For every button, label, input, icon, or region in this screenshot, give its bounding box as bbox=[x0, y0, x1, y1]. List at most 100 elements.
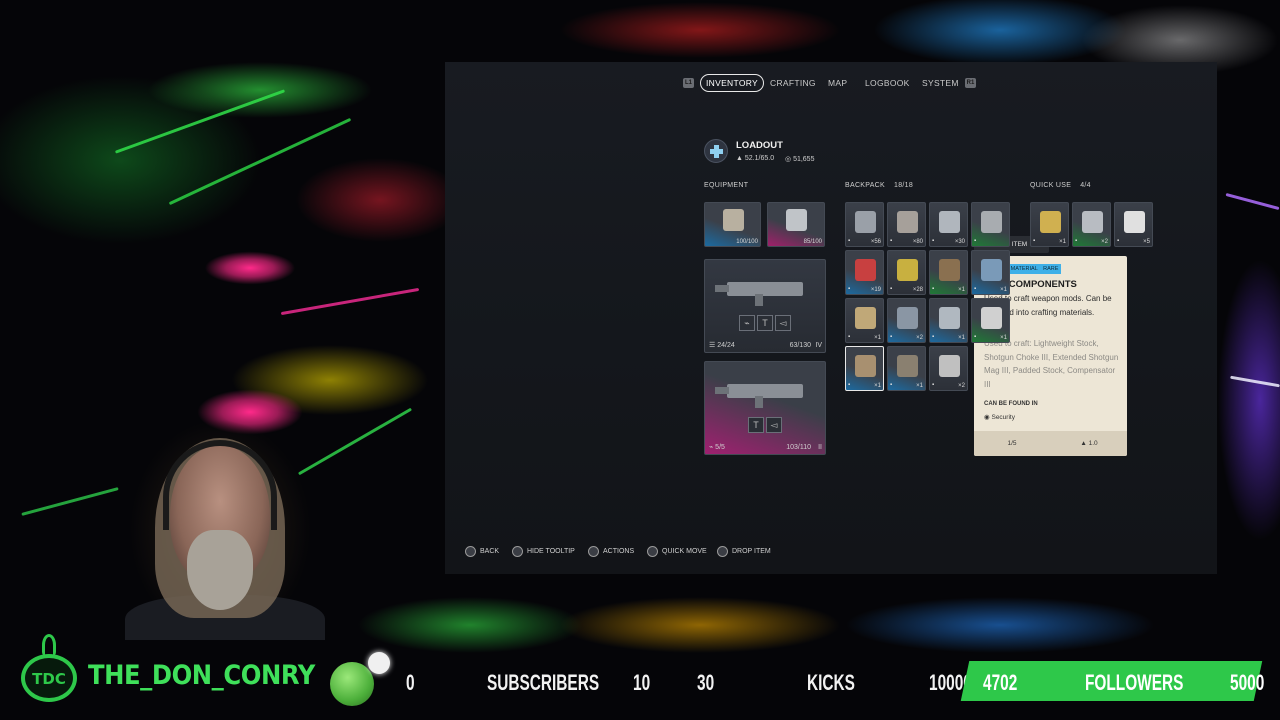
item-type-icon: ▪ bbox=[890, 334, 893, 340]
item-type-icon: ▪ bbox=[1117, 238, 1120, 244]
shield-slot[interactable]: 85/100 bbox=[767, 202, 825, 247]
found-in-heading: CAN BE FOUND IN bbox=[984, 401, 1038, 407]
circle-button-icon bbox=[465, 546, 476, 557]
back-prompt[interactable]: BACK bbox=[465, 546, 499, 558]
left-bumper-icon[interactable]: L1 bbox=[683, 78, 694, 88]
backpack-quantity: ×1 bbox=[958, 287, 965, 293]
backpack-slot[interactable]: ▪ ×80 bbox=[887, 202, 926, 247]
channel-name: THE_DON_CONRY bbox=[88, 660, 315, 691]
tab-crafting[interactable]: CRAFTING bbox=[770, 74, 816, 92]
flame-icon bbox=[42, 634, 56, 656]
backpack-quantity: ×28 bbox=[912, 287, 923, 293]
kit-icon bbox=[939, 307, 960, 329]
webcam-beard bbox=[187, 530, 253, 610]
quick-use-title: QUICK USE bbox=[1030, 182, 1072, 189]
item-type-icon: ▪ bbox=[848, 334, 851, 340]
hide-tooltip-prompt[interactable]: HIDE TOOLTIP bbox=[512, 546, 575, 558]
stack-count: 1/5 bbox=[1007, 440, 1017, 447]
item-type-icon: ▪ bbox=[974, 238, 977, 244]
backpack-slot[interactable]: ▪ ×1 bbox=[929, 298, 968, 343]
square-button-icon bbox=[647, 546, 658, 557]
stick-button-icon bbox=[717, 546, 728, 557]
backpack-slot[interactable]: ▪ ×28 bbox=[887, 250, 926, 295]
quick-use-slot[interactable]: ▪ ×2 bbox=[1072, 202, 1111, 247]
wire-icon bbox=[939, 355, 960, 377]
light-streak bbox=[168, 117, 352, 206]
tab-map[interactable]: MAP bbox=[828, 74, 847, 92]
webcam-feed bbox=[115, 420, 330, 640]
item-type-icon: ▪ bbox=[890, 382, 893, 388]
primary-tier: IV bbox=[815, 342, 822, 349]
backpack-quantity: ×1 bbox=[874, 335, 881, 341]
attachment-slot[interactable]: T bbox=[757, 315, 773, 331]
attachment-slot[interactable]: T bbox=[748, 417, 764, 433]
actions-prompt[interactable]: ACTIONS bbox=[588, 546, 634, 558]
channel-logo: TDC bbox=[16, 634, 82, 710]
backpack-slot[interactable]: ▪ ×1 bbox=[887, 346, 926, 391]
item-type-icon: ▪ bbox=[848, 382, 851, 388]
light-streak bbox=[114, 89, 286, 154]
game-window: L1 INVENTORY CRAFTING MAP LOGBOOK SYSTEM… bbox=[445, 62, 1217, 574]
quick-use-slot[interactable]: ▪ ×5 bbox=[1114, 202, 1153, 247]
attachment-slot[interactable]: ◅ bbox=[775, 315, 791, 331]
quick-use-quantity: ×2 bbox=[1101, 239, 1108, 245]
mascot-icon bbox=[328, 652, 390, 710]
backpack-slot[interactable]: ▪ ×56 bbox=[845, 202, 884, 247]
found-in-location: ◉ Security bbox=[984, 413, 1015, 421]
backpack-slot[interactable]: ▪ bbox=[971, 202, 1010, 247]
tab-logbook[interactable]: LOGBOOK bbox=[865, 74, 910, 92]
backpack-count: 18/18 bbox=[894, 182, 914, 189]
location-icon: ◉ bbox=[984, 414, 990, 421]
backpack-slot[interactable]: ▪ ×2 bbox=[887, 298, 926, 343]
kicks-label: KICKS bbox=[807, 670, 855, 695]
backpack-slot[interactable]: ▪ ×1 bbox=[929, 250, 968, 295]
ammo-icon bbox=[897, 211, 918, 233]
tab-system[interactable]: SYSTEM bbox=[922, 74, 959, 92]
backpack-icon bbox=[723, 209, 744, 231]
primary-weapon-slot[interactable]: ⌁ T ◅ ☰ 24/24 63/130 IV bbox=[704, 259, 826, 353]
hide-tooltip-label: HIDE TOOLTIP bbox=[527, 548, 575, 555]
battery-icon bbox=[897, 259, 918, 281]
backpack-quantity: ×56 bbox=[870, 239, 881, 245]
cloth-icon bbox=[981, 307, 1002, 329]
backpack-slot[interactable]: ▪ ×19 bbox=[845, 250, 884, 295]
secondary-tier: II bbox=[818, 444, 822, 451]
followers-current: 4702 bbox=[983, 670, 1018, 695]
backpack-slot[interactable]: ▪ ×30 bbox=[929, 202, 968, 247]
quick-use-label: QUICK USE 4/4 bbox=[1030, 182, 1091, 189]
quick-use-count: 4/4 bbox=[1080, 182, 1091, 189]
followers-goal: 5000 bbox=[1230, 670, 1265, 695]
back-label: BACK bbox=[480, 548, 500, 555]
drop-item-prompt[interactable]: DROP ITEM bbox=[717, 546, 771, 558]
shield-icon bbox=[786, 209, 807, 231]
subscribers-current: 0 bbox=[406, 670, 415, 695]
attachment-slot[interactable]: ⌁ bbox=[739, 315, 755, 331]
ammo-icon bbox=[939, 211, 960, 233]
backpack-slot[interactable]: ▪ ×1 bbox=[845, 298, 884, 343]
item-type-icon: ▪ bbox=[974, 334, 977, 340]
light-streak bbox=[1230, 375, 1280, 388]
backpack-slot[interactable]: ▪ ×1 bbox=[971, 298, 1010, 343]
right-bumper-icon[interactable]: R1 bbox=[965, 78, 976, 88]
rifle-icon bbox=[715, 282, 803, 306]
duck-icon bbox=[1040, 211, 1061, 233]
item-type-icon: ▪ bbox=[1075, 238, 1078, 244]
backpack-slot[interactable]: ▪ ×2 bbox=[929, 346, 968, 391]
backpack-slot[interactable]: ▪ ×1 bbox=[845, 346, 884, 391]
tooltip-footer: 1/5 ▲ 1.0 bbox=[974, 431, 1127, 456]
backpack-quantity: ×1 bbox=[1000, 335, 1007, 341]
backpack-slot[interactable]: ▪ ×1 bbox=[971, 250, 1010, 295]
backpack-title: BACKPACK bbox=[845, 182, 886, 189]
augment-slot[interactable]: 100/100 bbox=[704, 202, 761, 247]
bullet-icon bbox=[855, 307, 876, 329]
quick-use-slot[interactable]: ▪ ×1 bbox=[1030, 202, 1069, 247]
attachment-slot[interactable]: ◅ bbox=[766, 417, 782, 433]
item-type-icon: ▪ bbox=[848, 238, 851, 244]
quick-move-prompt[interactable]: QUICK MOVE bbox=[647, 546, 707, 558]
backpack-quantity: ×19 bbox=[870, 287, 881, 293]
secondary-weapon-slot[interactable]: T ◅ ⌁ 5/5 103/110 II bbox=[704, 361, 826, 455]
tab-inventory[interactable]: INVENTORY bbox=[700, 74, 764, 92]
item-type-icon: ▪ bbox=[974, 286, 977, 292]
light-streak bbox=[1225, 192, 1280, 211]
shotgun-icon bbox=[715, 384, 803, 408]
